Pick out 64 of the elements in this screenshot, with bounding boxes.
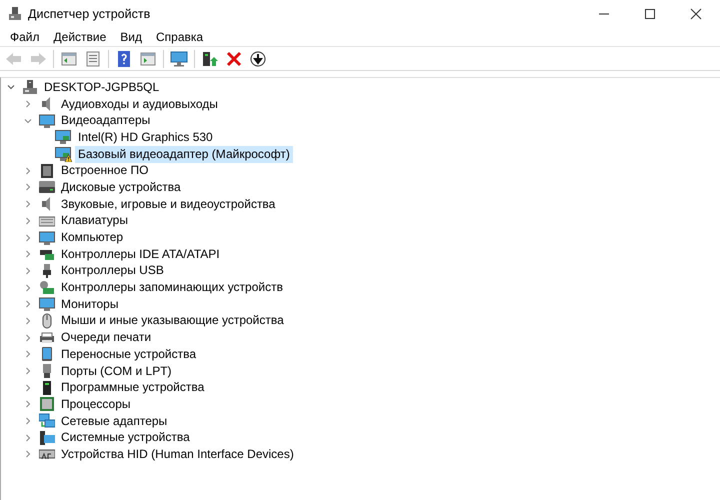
chevron-icon[interactable]	[24, 234, 32, 242]
tree-item-label[interactable]: Базовый видеоадаптер (Майкрософт)	[75, 146, 293, 163]
chevron-icon[interactable]	[24, 183, 32, 192]
monitor-icon	[39, 296, 55, 312]
chevron-icon[interactable]	[24, 200, 32, 208]
chevron-icon[interactable]	[24, 350, 32, 358]
menu-item[interactable]: Файл	[3, 30, 47, 44]
tree-item-label[interactable]: Звуковые, игровые и видеоустройства	[58, 196, 278, 213]
tree-item-label[interactable]: Мыши и иные указывающие устройства	[58, 312, 287, 330]
chevron-icon[interactable]	[24, 116, 32, 125]
computer-icon	[22, 79, 38, 96]
tree-item-label[interactable]: Intel(R) HD Graphics 530	[75, 128, 216, 146]
tree-item-label[interactable]: Переносные устройства	[58, 346, 200, 363]
chevron-icon[interactable]	[24, 334, 32, 342]
system-icon	[39, 430, 55, 446]
chevron-icon[interactable]	[24, 250, 32, 258]
tree-item-label[interactable]: Порты (COM и LPT)	[58, 362, 175, 380]
chevron-icon[interactable]	[24, 450, 32, 458]
chevron-icon[interactable]	[24, 100, 32, 108]
tree-item-label[interactable]: Встроенное ПО	[58, 162, 152, 180]
tree-item-label[interactable]: Контроллеры IDE ATA/ATAPI	[58, 246, 223, 263]
app-icon	[8, 6, 22, 20]
chevron-icon[interactable]	[24, 417, 32, 426]
tree-item-label[interactable]: Дисковые устройства	[58, 178, 184, 196]
chevron-icon[interactable]	[24, 400, 32, 408]
chevron-icon[interactable]	[7, 83, 15, 92]
processor-icon	[39, 396, 55, 412]
tree-item-label[interactable]: Сетевые адаптеры	[58, 412, 170, 430]
tree-item-label[interactable]: Аудиовходы и аудиовыходы	[58, 96, 221, 113]
tree-item-label[interactable]: DESKTOP-JGPB5QL	[41, 78, 162, 96]
chevron-icon[interactable]	[24, 266, 32, 275]
chevron-icon[interactable]	[24, 166, 32, 175]
tree-item-label[interactable]: Очереди печати	[58, 329, 154, 346]
close-icon[interactable]	[690, 8, 702, 20]
menu-item[interactable]: Справка	[149, 30, 210, 44]
chevron-icon[interactable]	[24, 316, 32, 325]
tree-item-label[interactable]: Программные устройства	[58, 379, 208, 396]
maximize-icon[interactable]	[644, 8, 656, 20]
tree-item-label[interactable]: Системные устройства	[58, 429, 193, 446]
tree-item-label[interactable]: Контроллеры USB	[58, 262, 167, 280]
drive-icon	[39, 179, 55, 196]
chevron-icon[interactable]	[24, 216, 32, 225]
chevron-icon[interactable]	[24, 284, 32, 292]
chevron-icon[interactable]	[24, 434, 32, 442]
tree-item-label[interactable]: Процессоры	[58, 396, 134, 413]
network-icon	[39, 413, 55, 430]
menu-item[interactable]: Вид	[113, 30, 149, 44]
chevron-icon[interactable]	[24, 367, 32, 376]
printer-icon	[39, 330, 55, 346]
monitor-icon	[39, 230, 55, 246]
tree-item-label[interactable]: Устройства HID (Human Interface Devices)	[58, 446, 297, 463]
menu-item[interactable]: Действие	[46, 30, 114, 44]
chevron-icon[interactable]	[24, 300, 32, 308]
tree-item-label[interactable]: Контроллеры запоминающих устройств	[58, 279, 286, 296]
tree-item-label[interactable]: Клавиатуры	[58, 212, 131, 230]
storage-icon	[39, 280, 55, 296]
chevron-icon[interactable]	[24, 384, 32, 392]
tree-item-label[interactable]: Видеоадаптеры	[58, 112, 154, 130]
chip-icon	[39, 162, 55, 179]
tree-item-label[interactable]: Компьютер	[58, 229, 126, 246]
tablet-icon	[39, 346, 55, 362]
tree-item-label[interactable]: Мониторы	[58, 296, 122, 313]
monitor-icon	[39, 112, 55, 129]
window-title: Диспетчер устройств	[28, 6, 150, 20]
